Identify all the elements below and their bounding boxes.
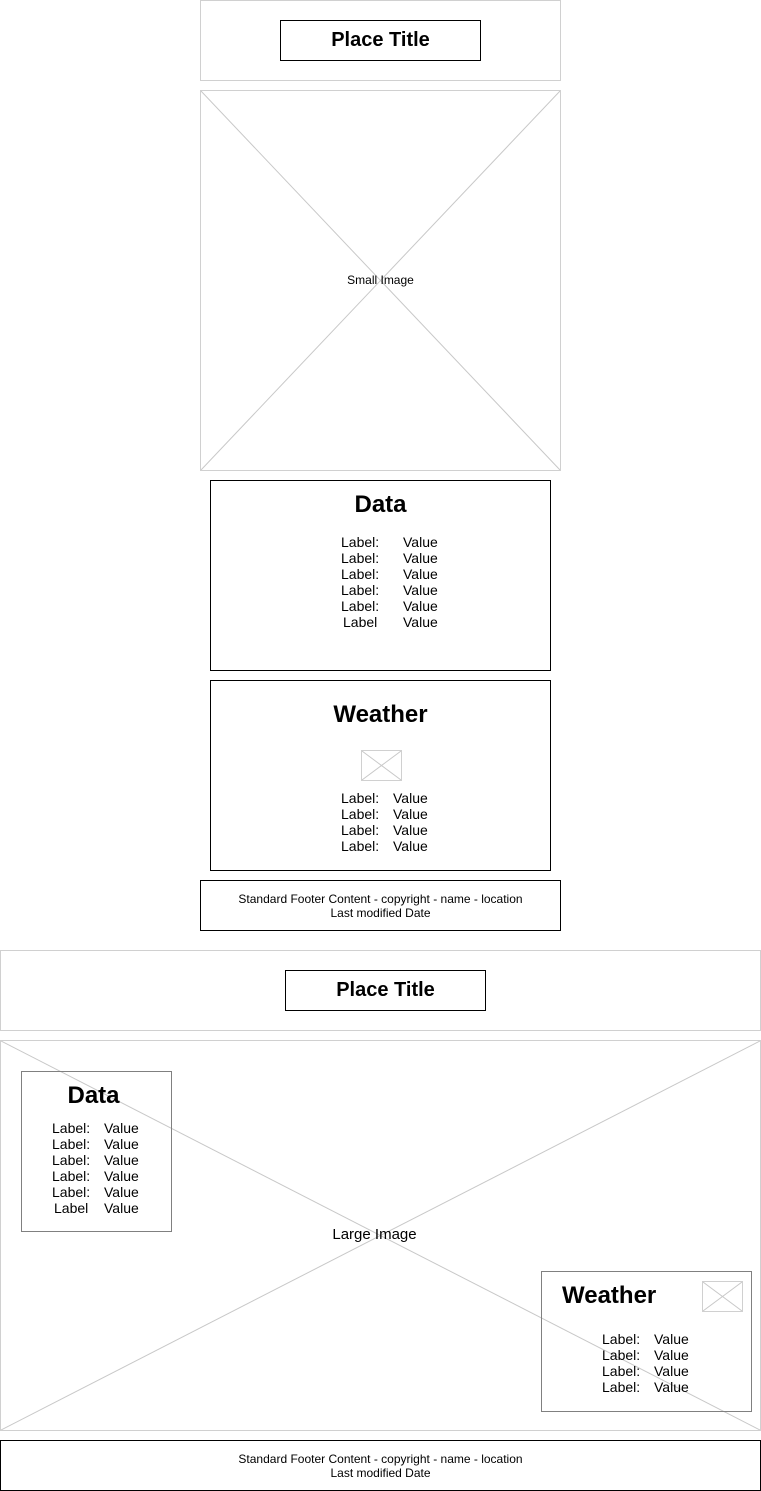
small-header: Place Title [200, 0, 561, 81]
weather-image-icon [702, 1281, 743, 1312]
weather-label: Label: [602, 1331, 641, 1347]
list-item: Label: Value [341, 550, 438, 566]
small-data-list: Label: Value Label: Value Label: Value Labe… [341, 534, 438, 630]
data-label: Label: [341, 534, 380, 550]
data-value: Value [104, 1168, 139, 1184]
data-label: Label: [341, 598, 380, 614]
list-item: Label: Value [341, 534, 438, 550]
list-item: Label: Value [52, 1136, 139, 1152]
small-place-title: Place Title [280, 20, 481, 61]
large-place-title: Place Title [285, 970, 486, 1011]
weather-image-icon [361, 750, 402, 781]
small-data-panel: Data Label: Value Label: Value Label: Value… [210, 480, 551, 671]
small-image-label: Small Image [347, 273, 414, 287]
data-value: Value [403, 582, 438, 598]
list-item: Label: Value [341, 822, 428, 838]
list-item: Label: Value [602, 1379, 689, 1395]
weather-value: Value [654, 1347, 689, 1363]
data-label: Label: [341, 566, 380, 582]
data-value: Value [403, 598, 438, 614]
data-value: Value [104, 1152, 139, 1168]
large-data-list: Label: Value Label: Value Label: Value Labe… [52, 1120, 139, 1216]
weather-value: Value [654, 1331, 689, 1347]
large-weather-list: Label: Value Label: Value Label: Value Labe… [602, 1331, 689, 1395]
list-item: Label: Value [341, 806, 428, 822]
list-item: Label Value [341, 614, 438, 630]
data-value: Value [104, 1200, 139, 1216]
weather-label: Label: [341, 838, 380, 854]
small-weather-title: Weather [333, 701, 428, 728]
data-label: Label [343, 614, 378, 630]
small-image-placeholder: Small Image [200, 90, 561, 471]
data-label: Label: [52, 1152, 91, 1168]
list-item: Label: Value [341, 598, 438, 614]
large-data-panel: Data Label: Value Label: Value Label: Value… [21, 1071, 172, 1232]
weather-value: Value [654, 1363, 689, 1379]
footer-copyright: Standard Footer Content - copyright - na… [238, 891, 523, 906]
data-label: Label [54, 1200, 89, 1216]
weather-label: Label: [602, 1363, 641, 1379]
weather-label: Label: [341, 822, 380, 838]
weather-value: Value [393, 806, 428, 822]
list-item: Label: Value [52, 1152, 139, 1168]
data-value: Value [403, 566, 438, 582]
small-footer: Standard Footer Content - copyright - na… [200, 880, 561, 931]
weather-label: Label: [341, 806, 380, 822]
small-weather-panel: Weather Label: Value Label: Value Label: Va… [210, 680, 551, 871]
data-label: Label: [52, 1136, 91, 1152]
footer-copyright: Standard Footer Content - copyright - na… [238, 1451, 523, 1466]
data-label: Label: [52, 1120, 91, 1136]
weather-value: Value [654, 1379, 689, 1395]
large-header: Place Title [0, 950, 761, 1031]
data-label: Label: [52, 1184, 91, 1200]
list-item: Label Value [52, 1200, 139, 1216]
footer-last-modified: Last modified Date [330, 1465, 431, 1480]
list-item: Label: Value [52, 1120, 139, 1136]
weather-value: Value [393, 822, 428, 838]
list-item: Label: Value [341, 838, 428, 854]
list-item: Label: Value [341, 790, 428, 806]
weather-value: Value [393, 838, 428, 854]
list-item: Label: Value [341, 582, 438, 598]
data-value: Value [403, 614, 438, 630]
weather-label: Label: [341, 790, 380, 806]
list-item: Label: Value [52, 1184, 139, 1200]
large-image-placeholder: Large Image Data Label: Value Label: Value… [0, 1040, 761, 1431]
weather-value: Value [393, 790, 428, 806]
data-label: Label: [341, 550, 380, 566]
data-value: Value [104, 1184, 139, 1200]
list-item: Label: Value [602, 1331, 689, 1347]
weather-label: Label: [602, 1347, 641, 1363]
list-item: Label: Value [602, 1347, 689, 1363]
data-label: Label: [52, 1168, 91, 1184]
data-label: Label: [341, 582, 380, 598]
list-item: Label: Value [52, 1168, 139, 1184]
weather-label: Label: [602, 1379, 641, 1395]
small-weather-list: Label: Value Label: Value Label: Value Labe… [341, 790, 428, 854]
data-value: Value [403, 550, 438, 566]
footer-last-modified: Last modified Date [330, 905, 431, 920]
large-weather-panel: Weather Label: Value Label: Value Label: Va… [541, 1271, 752, 1412]
large-data-title: Data [67, 1082, 120, 1109]
data-value: Value [403, 534, 438, 550]
list-item: Label: Value [602, 1363, 689, 1379]
data-value: Value [104, 1120, 139, 1136]
large-weather-title: Weather [562, 1282, 657, 1309]
list-item: Label: Value [341, 566, 438, 582]
large-footer: Standard Footer Content - copyright - na… [0, 1440, 761, 1491]
small-data-title: Data [354, 491, 407, 518]
data-value: Value [104, 1136, 139, 1152]
